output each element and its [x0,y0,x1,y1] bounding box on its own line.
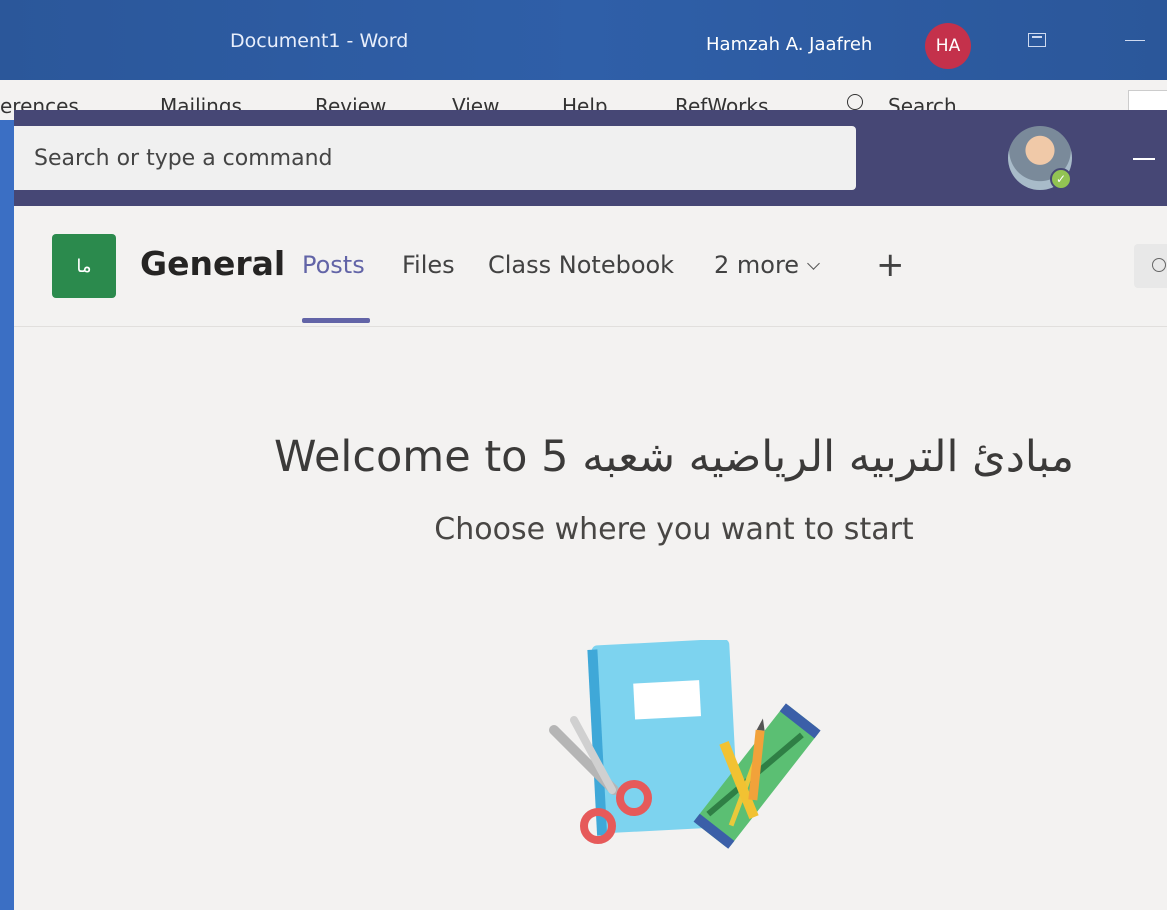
channel-header: ما General Posts Files Class Notebook 2 … [14,206,1167,327]
tab-more-label: 2 more [714,251,800,279]
teams-window: ✓ ما General Posts Files Class Notebook … [14,110,1167,910]
teams-header-bar: ✓ [14,110,1167,206]
camera-icon [1152,258,1166,272]
search-icon[interactable] [847,94,863,110]
teams-minimize-icon[interactable] [1133,158,1155,160]
word-user-avatar[interactable]: HA [925,23,971,69]
channel-title: General [140,244,286,283]
tab-files[interactable]: Files [402,251,455,279]
tab-class-notebook[interactable]: Class Notebook [488,251,674,279]
school-supplies-illustration [549,640,821,849]
tab-posts[interactable]: Posts [302,251,365,279]
ribbon-display-options-icon[interactable] [1028,33,1046,47]
chevron-down-icon [807,257,820,270]
active-tab-indicator [302,318,370,323]
team-icon: ما [52,234,116,298]
meet-button[interactable] [1134,244,1167,288]
presence-available-icon: ✓ [1050,168,1072,190]
tab-more[interactable]: 2 more [714,251,820,279]
word-minimize-icon[interactable] [1125,40,1145,41]
welcome-title: Welcome to 5 مبادئ التربيه الرياضيه شعبه [273,432,1075,482]
word-title-bar: Document1 - Word Hamzah A. Jaafreh HA [0,0,1167,80]
welcome-subtitle: Choose where you want to start [434,512,914,547]
command-search-input[interactable] [14,126,856,190]
add-tab-icon[interactable]: + [876,248,905,282]
word-user-name[interactable]: Hamzah A. Jaafreh [706,34,872,55]
word-document-title: Document1 - Word [230,30,409,52]
